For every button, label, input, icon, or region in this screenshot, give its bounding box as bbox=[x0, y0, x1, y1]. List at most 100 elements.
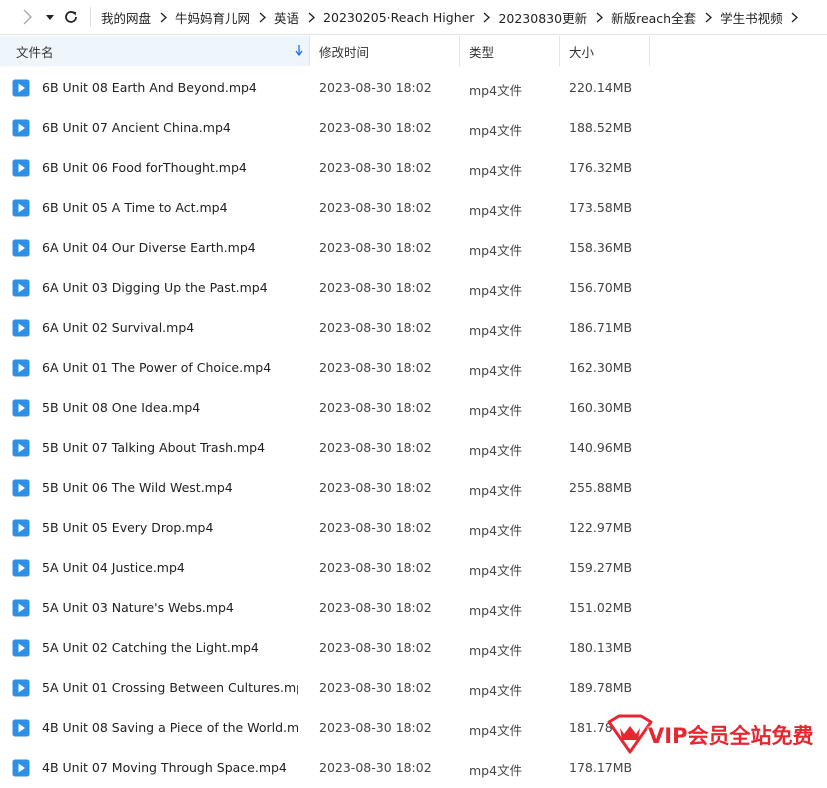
file-type: mp4文件 bbox=[469, 123, 523, 138]
sort-down-icon bbox=[295, 45, 303, 56]
video-file-icon bbox=[12, 599, 30, 617]
column-header: 文件名 修改时间 类型 大小 bbox=[0, 36, 827, 66]
breadcrumb-item[interactable]: 学生书视频 bbox=[713, 8, 790, 27]
vip-watermark: VIP会员全站免费 bbox=[605, 712, 813, 756]
file-list: 6B Unit 08 Earth And Beyond.mp4 2023-08-3… bbox=[0, 68, 827, 788]
refresh-icon bbox=[65, 11, 77, 23]
file-size: 151.02MB bbox=[569, 600, 633, 615]
file-size: 160.30MB bbox=[569, 400, 633, 415]
file-name: 5B Unit 08 One Idea.mp4 bbox=[42, 400, 201, 415]
file-row[interactable]: 5A Unit 03 Nature's Webs.mp4 2023-08-30 1… bbox=[0, 588, 827, 628]
breadcrumb: 我的网盘 牛妈妈育儿网 英语 20230205·Reach Higher 2023083… bbox=[94, 0, 800, 34]
chevron-right-icon[interactable] bbox=[158, 12, 168, 23]
file-type: mp4文件 bbox=[469, 483, 523, 498]
video-file-icon bbox=[12, 79, 30, 97]
file-name: 6A Unit 03 Digging Up the Past.mp4 bbox=[42, 280, 268, 295]
video-file-icon bbox=[12, 119, 30, 137]
file-row[interactable]: 6B Unit 05 A Time to Act.mp4 2023-08-30 1… bbox=[0, 188, 827, 228]
column-header-date-label: 修改时间 bbox=[319, 44, 370, 60]
chevron-right-icon[interactable] bbox=[257, 12, 267, 23]
breadcrumb-item[interactable]: 新版reach全套 bbox=[604, 8, 703, 27]
breadcrumb-item[interactable]: 20230205·Reach Higher bbox=[316, 10, 481, 25]
video-file-icon bbox=[12, 319, 30, 337]
breadcrumb-item[interactable]: 牛妈妈育儿网 bbox=[168, 8, 257, 27]
breadcrumb-item[interactable]: 我的网盘 bbox=[94, 8, 158, 27]
file-type: mp4文件 bbox=[469, 323, 523, 338]
file-row[interactable]: 5A Unit 04 Justice.mp4 2023-08-30 18:02 mp… bbox=[0, 548, 827, 588]
video-file-icon bbox=[12, 279, 30, 297]
file-row[interactable]: 6B Unit 08 Earth And Beyond.mp4 2023-08-3… bbox=[0, 68, 827, 108]
column-header-size-label: 大小 bbox=[569, 44, 595, 60]
file-name: 4B Unit 07 Moving Through Space.mp4 bbox=[42, 760, 287, 775]
file-row[interactable]: 6B Unit 06 Food forThought.mp4 2023-08-30… bbox=[0, 148, 827, 188]
file-name: 4B Unit 08 Saving a Piece of the World.m… bbox=[42, 720, 298, 735]
file-type: mp4文件 bbox=[469, 363, 523, 378]
file-modified-date: 2023-08-30 18:02 bbox=[319, 80, 432, 95]
chevron-right-icon[interactable] bbox=[790, 12, 800, 23]
file-modified-date: 2023-08-30 18:02 bbox=[319, 640, 432, 655]
file-size: 158.36MB bbox=[569, 240, 633, 255]
column-header-type[interactable]: 类型 bbox=[460, 36, 560, 66]
address-bar: 我的网盘 牛妈妈育儿网 英语 20230205·Reach Higher 2023083… bbox=[0, 0, 827, 35]
file-type: mp4文件 bbox=[469, 563, 523, 578]
file-row[interactable]: 5A Unit 02 Catching the Light.mp4 2023-08… bbox=[0, 628, 827, 668]
video-file-icon bbox=[12, 519, 30, 537]
file-row[interactable]: 5A Unit 01 Crossing Between Cultures.mp4… bbox=[0, 668, 827, 708]
caret-down-icon bbox=[46, 15, 54, 20]
file-size: 162.30MB bbox=[569, 360, 633, 375]
file-type: mp4文件 bbox=[469, 683, 523, 698]
file-row[interactable]: 6A Unit 02 Survival.mp4 2023-08-30 18:02 m… bbox=[0, 308, 827, 348]
file-name: 6A Unit 04 Our Diverse Earth.mp4 bbox=[42, 240, 256, 255]
chevron-right-icon[interactable] bbox=[481, 12, 491, 23]
file-size: 255.88MB bbox=[569, 480, 633, 495]
file-row[interactable]: 6A Unit 03 Digging Up the Past.mp4 2023-0… bbox=[0, 268, 827, 308]
column-header-size[interactable]: 大小 bbox=[560, 36, 650, 66]
video-file-icon bbox=[12, 559, 30, 577]
file-modified-date: 2023-08-30 18:02 bbox=[319, 560, 432, 575]
file-size: 122.97MB bbox=[569, 520, 633, 535]
chevron-right-icon[interactable] bbox=[594, 12, 604, 23]
file-name: 5B Unit 05 Every Drop.mp4 bbox=[42, 520, 214, 535]
file-type: mp4文件 bbox=[469, 763, 523, 778]
breadcrumb-item[interactable]: 20230830更新 bbox=[491, 8, 594, 27]
file-name: 5A Unit 02 Catching the Light.mp4 bbox=[42, 640, 259, 655]
file-modified-date: 2023-08-30 18:02 bbox=[319, 680, 432, 695]
file-row[interactable]: 5B Unit 05 Every Drop.mp4 2023-08-30 18:0… bbox=[0, 508, 827, 548]
video-file-icon bbox=[12, 719, 30, 737]
file-type: mp4文件 bbox=[469, 443, 523, 458]
file-type: mp4文件 bbox=[469, 203, 523, 218]
file-row[interactable]: 6A Unit 04 Our Diverse Earth.mp4 2023-08-… bbox=[0, 228, 827, 268]
file-type: mp4文件 bbox=[469, 723, 523, 738]
video-file-icon bbox=[12, 399, 30, 417]
file-name: 5A Unit 04 Justice.mp4 bbox=[42, 560, 185, 575]
file-modified-date: 2023-08-30 18:02 bbox=[319, 360, 432, 375]
video-file-icon bbox=[12, 239, 30, 257]
file-modified-date: 2023-08-30 18:02 bbox=[319, 160, 432, 175]
file-modified-date: 2023-08-30 18:02 bbox=[319, 120, 432, 135]
breadcrumb-item[interactable]: 英语 bbox=[267, 8, 306, 27]
video-file-icon bbox=[12, 199, 30, 217]
file-type: mp4文件 bbox=[469, 83, 523, 98]
file-row[interactable]: 5B Unit 07 Talking About Trash.mp4 2023-0… bbox=[0, 428, 827, 468]
file-row[interactable]: 6B Unit 07 Ancient China.mp4 2023-08-30 1… bbox=[0, 108, 827, 148]
chevron-right-icon[interactable] bbox=[306, 12, 316, 23]
history-dropdown-button[interactable] bbox=[42, 6, 58, 28]
file-type: mp4文件 bbox=[469, 243, 523, 258]
file-size: 176.32MB bbox=[569, 160, 633, 175]
column-header-date[interactable]: 修改时间 bbox=[310, 36, 460, 66]
chevron-right-icon[interactable] bbox=[703, 12, 713, 23]
refresh-button[interactable] bbox=[60, 6, 82, 28]
file-type: mp4文件 bbox=[469, 403, 523, 418]
video-file-icon bbox=[12, 679, 30, 697]
file-row[interactable]: 6A Unit 01 The Power of Choice.mp4 2023-0… bbox=[0, 348, 827, 388]
file-name: 5A Unit 03 Nature's Webs.mp4 bbox=[42, 600, 234, 615]
file-modified-date: 2023-08-30 18:02 bbox=[319, 720, 432, 735]
column-header-type-label: 类型 bbox=[469, 44, 495, 60]
back-button[interactable] bbox=[16, 6, 38, 28]
file-row[interactable]: 5B Unit 08 One Idea.mp4 2023-08-30 18:02 m… bbox=[0, 388, 827, 428]
file-modified-date: 2023-08-30 18:02 bbox=[319, 200, 432, 215]
file-row[interactable]: 5B Unit 06 The Wild West.mp4 2023-08-30 1… bbox=[0, 468, 827, 508]
column-header-name[interactable]: 文件名 bbox=[0, 36, 310, 66]
video-file-icon bbox=[12, 639, 30, 657]
file-name: 6A Unit 02 Survival.mp4 bbox=[42, 320, 195, 335]
